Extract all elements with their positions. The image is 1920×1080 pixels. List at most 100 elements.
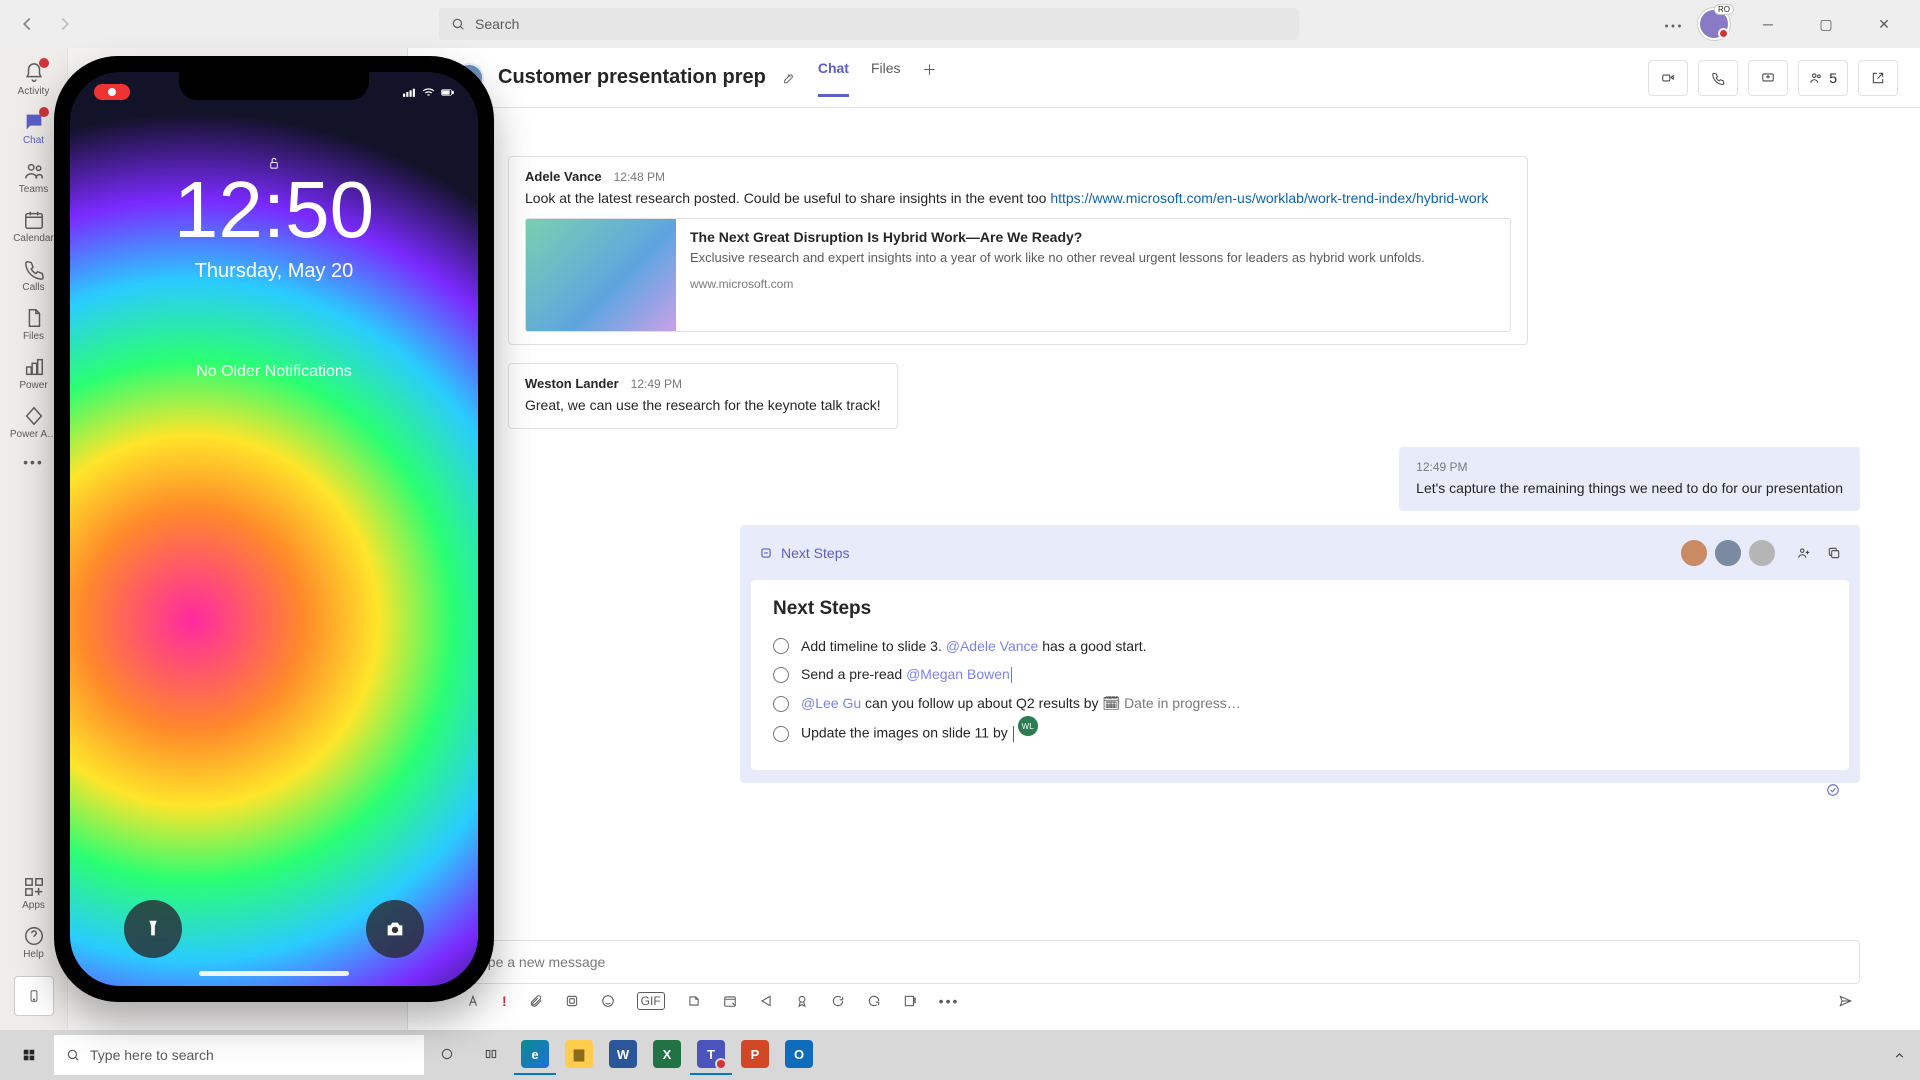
taskbar-teams[interactable]: T (690, 1035, 732, 1075)
tray-chevron-icon[interactable] (1893, 1049, 1906, 1062)
link-thumbnail (526, 219, 676, 331)
rail-mobile-button[interactable] (14, 976, 54, 1016)
schedule-icon[interactable] (723, 994, 737, 1008)
onenote-icon[interactable] (903, 994, 917, 1008)
loop-viewer-avatar[interactable] (1679, 538, 1709, 568)
share-screen-button[interactable] (1748, 60, 1788, 96)
share-icon (1761, 71, 1775, 85)
attach-icon[interactable] (529, 994, 543, 1008)
send-button[interactable] (1838, 994, 1852, 1008)
loop-insert-icon[interactable] (565, 994, 579, 1008)
message-time: 12:49 PM (1416, 460, 1843, 474)
task-checkbox[interactable] (773, 667, 789, 683)
emoji-icon[interactable] (601, 994, 615, 1008)
video-icon (1661, 71, 1675, 85)
edit-title-icon[interactable] (780, 71, 794, 85)
camera-button[interactable] (366, 900, 424, 958)
flashlight-button[interactable] (124, 900, 182, 958)
mention[interactable]: @Adele Vance (946, 638, 1039, 654)
global-search[interactable]: Search (439, 8, 1299, 40)
task-text: Update the images on slide 11 by (801, 725, 1012, 741)
popout-button[interactable] (1858, 60, 1898, 96)
video-call-button[interactable] (1648, 60, 1688, 96)
task-row: Send a pre-read @Megan Bowen (773, 660, 1827, 689)
task-checkbox[interactable] (773, 726, 789, 742)
audio-call-button[interactable] (1698, 60, 1738, 96)
taskbar-powerpoint[interactable]: P (734, 1035, 776, 1075)
task-checkbox[interactable] (773, 696, 789, 712)
sticker-icon[interactable] (687, 994, 701, 1008)
taskbar-outlook[interactable]: O (778, 1035, 820, 1075)
window-close[interactable]: ✕ (1864, 16, 1904, 33)
teams-icon: T (697, 1040, 725, 1068)
message-bubble: Weston Lander 12:49 PM Great, we can use… (508, 363, 898, 428)
task-checkbox[interactable] (773, 638, 789, 654)
presence-busy-icon (1718, 28, 1729, 39)
loop-body[interactable]: Next Steps Add timeline to slide 3. @Ade… (751, 580, 1849, 770)
task-view-button[interactable] (426, 1035, 468, 1075)
titlebar: Search RO ─ ▢ ✕ (0, 0, 1920, 48)
popout-icon (1871, 71, 1885, 85)
search-placeholder: Search (475, 16, 519, 32)
taskbar-explorer[interactable]: ▆ (558, 1035, 600, 1075)
compose-box[interactable]: Type a new message (458, 940, 1860, 984)
help-icon (23, 934, 45, 950)
loop-breadcrumb[interactable]: Next Steps (759, 545, 849, 561)
tab-files[interactable]: Files (871, 60, 901, 96)
start-button[interactable] (6, 1035, 52, 1075)
home-indicator[interactable] (199, 971, 349, 976)
message-author: Weston Lander (525, 376, 619, 391)
loop-viewer-avatar[interactable] (1713, 538, 1743, 568)
tab-chat[interactable]: Chat (818, 60, 849, 96)
screen-record-pill[interactable] (94, 84, 130, 100)
stream-icon[interactable] (759, 994, 773, 1008)
gif-icon[interactable]: GIF (637, 992, 665, 1010)
outlook-icon: O (785, 1040, 813, 1068)
message-text: Look at the latest research posted. Coul… (525, 190, 1050, 206)
window-minimize[interactable]: ─ (1748, 16, 1788, 32)
date-placeholder[interactable]: Date in progress… (1124, 695, 1241, 711)
mention[interactable]: @Lee Gu (801, 695, 861, 711)
participants-button[interactable]: 5 (1798, 60, 1848, 96)
timeline-button[interactable] (470, 1035, 512, 1075)
nav-forward[interactable] (54, 13, 76, 35)
rail-activity[interactable]: Activity (0, 54, 67, 103)
chat-icon (23, 120, 45, 136)
link-preview-card[interactable]: The Next Great Disruption Is Hybrid Work… (525, 218, 1511, 332)
chat-main: Customer presentation prep Chat Files ＋ … (408, 48, 1920, 1030)
loop-viewer-avatar[interactable] (1747, 538, 1777, 568)
message-link[interactable]: https://www.microsoft.com/en-us/worklab/… (1050, 190, 1488, 206)
mobile-icon (27, 989, 41, 1003)
windows-icon (22, 1048, 36, 1062)
window-maximize[interactable]: ▢ (1806, 16, 1846, 33)
mention[interactable]: @Megan Bowen (906, 666, 1010, 682)
taskbar-word[interactable]: W (602, 1035, 644, 1075)
settings-more-icon[interactable] (1662, 15, 1680, 33)
nav-back[interactable] (16, 13, 38, 35)
priority-icon[interactable]: ! (502, 993, 507, 1009)
loop-copy-icon[interactable] (1827, 546, 1841, 560)
record-icon (108, 88, 116, 96)
taskbar-excel[interactable]: X (646, 1035, 688, 1075)
link-title: The Next Great Disruption Is Hybrid Work… (690, 229, 1425, 245)
camera-icon (384, 918, 406, 940)
taskbar-search[interactable]: Type here to search (54, 1035, 424, 1075)
activity-badge-icon (39, 58, 49, 68)
praise-icon[interactable] (795, 994, 809, 1008)
approvals-icon[interactable] (831, 994, 845, 1008)
format-icon[interactable] (466, 994, 480, 1008)
compose-more-icon[interactable]: ••• (939, 993, 960, 1009)
task-text: can you follow up about Q2 results by (861, 695, 1102, 711)
link-description: Exclusive research and expert insights i… (690, 249, 1425, 267)
task-text: has a good start. (1038, 638, 1146, 654)
tab-add[interactable]: ＋ (923, 60, 937, 96)
calendar-inline-icon[interactable]: 🗓 (1102, 695, 1120, 711)
wifi-icon (422, 86, 435, 99)
viva-icon[interactable] (867, 994, 881, 1008)
link-domain: www.microsoft.com (690, 277, 1425, 291)
bell-icon (23, 71, 45, 87)
loop-share-icon[interactable] (1797, 546, 1811, 560)
search-icon (451, 17, 465, 31)
me-avatar[interactable]: RO (1698, 8, 1730, 40)
taskbar-edge[interactable]: e (514, 1035, 556, 1075)
